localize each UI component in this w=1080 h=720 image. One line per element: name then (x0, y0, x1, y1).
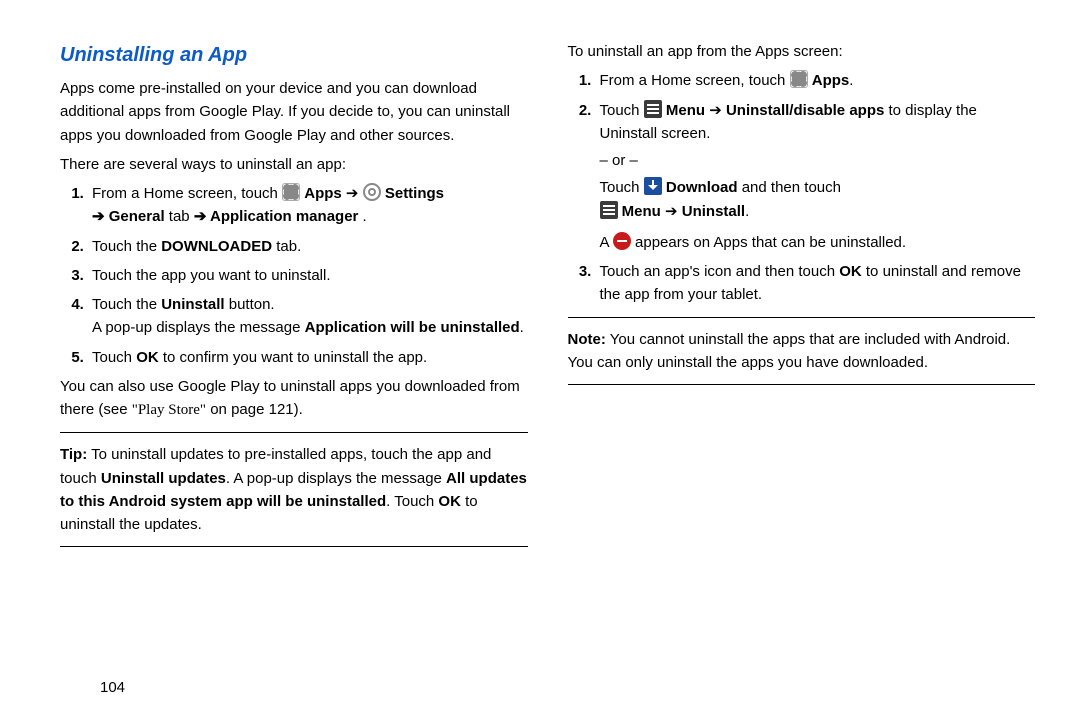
step-3: Touch the app you want to uninstall. (88, 264, 528, 287)
menu-icon (644, 100, 662, 118)
text: Touch the (92, 238, 161, 255)
step-1: From a Home screen, touch Apps ➔ Setting… (88, 182, 528, 229)
steps-list-right: From a Home screen, touch Apps. Touch Me… (568, 69, 1036, 306)
apps-icon (790, 70, 808, 88)
menu-label: Menu (622, 203, 661, 220)
play-store-xref: "Play Store" (132, 402, 206, 418)
remove-minus-icon (613, 232, 631, 250)
text: You cannot uninstall the apps that are i… (568, 331, 1011, 371)
menu-icon (600, 201, 618, 219)
steps-list-left: From a Home screen, touch Apps ➔ Setting… (60, 182, 528, 369)
text: on page 121). (206, 401, 303, 418)
divider (60, 546, 528, 547)
text: . A pop-up displays the message (226, 470, 446, 487)
downloaded-label: DOWNLOADED (161, 238, 272, 255)
text: to confirm you want to uninstall the app… (159, 349, 427, 366)
general-label: General (109, 208, 165, 225)
lead-line: There are several ways to uninstall an a… (60, 153, 528, 176)
uninstall-label: Uninstall (682, 203, 745, 220)
right-intro: To uninstall an app from the Apps screen… (568, 40, 1036, 63)
uninstall-label: Uninstall (161, 296, 224, 313)
app-manager-label: Application manager (210, 208, 358, 225)
note-label: Note: (568, 331, 606, 348)
arrow: ➔ (346, 185, 363, 202)
step-2: Touch the DOWNLOADED tab. (88, 235, 528, 258)
page-number: 104 (100, 679, 125, 696)
section-heading: Uninstalling an App (60, 40, 528, 71)
text: tab. (272, 238, 301, 255)
menu-label: Menu (666, 102, 705, 119)
text: . Touch (386, 493, 438, 510)
text: and then touch (738, 179, 841, 196)
ok-label: OK (136, 349, 159, 366)
intro-paragraph: Apps come pre-installed on your device a… (60, 77, 528, 147)
text: tab (169, 208, 194, 225)
download-label: Download (666, 179, 738, 196)
step-4: Touch the Uninstall button. A pop-up dis… (88, 293, 528, 340)
text: . (849, 72, 853, 89)
ok-label: OK (839, 263, 862, 280)
or-label: – or – (600, 149, 1036, 172)
text: A pop-up displays the message (92, 319, 305, 336)
divider (568, 384, 1036, 385)
google-play-paragraph: You can also use Google Play to uninstal… (60, 375, 528, 423)
text: Touch the (92, 296, 161, 313)
text: . (520, 319, 524, 336)
download-icon (644, 177, 662, 195)
uninstall-disable-label: Uninstall/disable apps (726, 102, 884, 119)
apps-label: Apps (812, 72, 850, 89)
apps-label: Apps (304, 185, 342, 202)
text: Touch (600, 179, 644, 196)
text: Touch (92, 349, 136, 366)
step-4-sub: A pop-up displays the message Applicatio… (92, 316, 528, 339)
text: From a Home screen, touch (600, 72, 790, 89)
arrow: ➔ (92, 208, 109, 225)
text: button. (225, 296, 275, 313)
arrow: ➔ (661, 203, 682, 220)
text: . (745, 203, 749, 220)
r-step-1: From a Home screen, touch Apps. (596, 69, 1036, 92)
r-step-2: Touch Menu ➔ Uninstall/disable apps to d… (596, 99, 1036, 255)
text: Touch (600, 102, 644, 119)
left-column: Uninstalling an App Apps come pre-instal… (60, 40, 528, 557)
settings-icon (363, 183, 381, 201)
text: A (600, 234, 613, 251)
text: From a Home screen, touch (92, 185, 282, 202)
right-column: To uninstall an app from the Apps screen… (568, 40, 1036, 557)
text: Touch an app's icon and then touch (600, 263, 840, 280)
msg-label: Application will be uninstalled (305, 319, 520, 336)
settings-label: Settings (385, 185, 444, 202)
arrow: ➔ (194, 208, 210, 225)
r-step-3: Touch an app's icon and then touch OK to… (596, 260, 1036, 307)
divider (568, 317, 1036, 318)
ok-label: OK (438, 493, 461, 510)
note-block: Note: You cannot uninstall the apps that… (568, 328, 1036, 375)
tip-label: Tip: (60, 446, 87, 463)
minus-note: A appears on Apps that can be uninstalle… (600, 231, 1036, 254)
divider (60, 432, 528, 433)
text: . (363, 208, 367, 225)
tip-block: Tip: To uninstall updates to pre-install… (60, 443, 528, 536)
arrow: ➔ (705, 102, 726, 119)
text: appears on Apps that can be uninstalled. (635, 234, 906, 251)
step-5: Touch OK to confirm you want to uninstal… (88, 346, 528, 369)
uninstall-updates-label: Uninstall updates (101, 470, 226, 487)
apps-icon (282, 183, 300, 201)
